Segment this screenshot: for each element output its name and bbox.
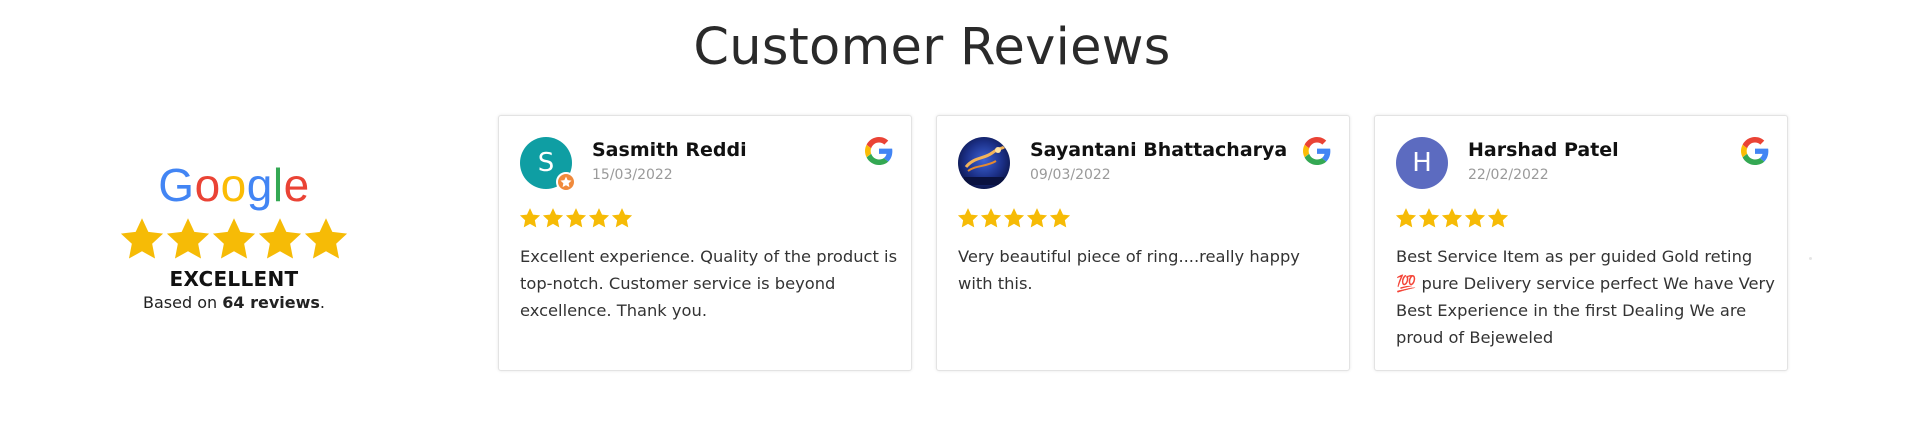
review-date: 22/02/2022 (1468, 167, 1549, 183)
star-icon (1026, 207, 1048, 229)
star-icon (1464, 207, 1486, 229)
review-card[interactable]: Sayantani Bhattacharya 09/03/2022 Very b… (936, 115, 1350, 371)
star-icon (1441, 207, 1463, 229)
star-icon (565, 207, 587, 229)
google-g-icon[interactable] (1303, 137, 1331, 165)
star-icon (165, 216, 211, 262)
avatar-photo (958, 137, 1010, 189)
avatar-initial: S (537, 148, 555, 178)
carousel-dot (1809, 257, 1812, 260)
star-icon (1049, 207, 1071, 229)
google-logo-letter: e (283, 159, 310, 211)
avatar: H (1396, 137, 1448, 189)
star-icon (257, 216, 303, 262)
review-star-rating (519, 207, 633, 229)
reviewer-name[interactable]: Sasmith Reddi (592, 139, 747, 161)
review-card[interactable]: S Sasmith Reddi 15/03/2022 Excellent exp… (498, 115, 912, 371)
star-icon (542, 207, 564, 229)
google-logo-letter: o (194, 159, 221, 211)
star-icon (119, 216, 165, 262)
review-star-rating (957, 207, 1071, 229)
page-title: Customer Reviews (693, 18, 1171, 77)
star-icon (1418, 207, 1440, 229)
review-count: 64 reviews (222, 293, 320, 312)
star-icon (211, 216, 257, 262)
rating-summary: Google EXCELLENT Based on 64 reviews. (118, 160, 350, 314)
review-text: Best Service Item as per guided Gold ret… (1396, 247, 1775, 347)
star-icon (611, 207, 633, 229)
star-badge-icon (556, 172, 576, 192)
review-star-rating (1395, 207, 1509, 229)
star-icon (588, 207, 610, 229)
review-text: Very beautiful piece of ring....really h… (958, 247, 1300, 293)
reviewer-name[interactable]: Sayantani Bhattacharya (1030, 139, 1287, 161)
review-count-text: Based on 64 reviews. (118, 292, 350, 314)
avatar (958, 137, 1010, 189)
star-icon (519, 207, 541, 229)
google-logo-letter: l (272, 159, 284, 211)
summary-star-rating (118, 216, 350, 266)
star-icon (1003, 207, 1025, 229)
rating-label: EXCELLENT (169, 267, 299, 291)
star-icon (303, 216, 349, 262)
star-icon (980, 207, 1002, 229)
google-g-icon[interactable] (865, 137, 893, 165)
google-logo-letter: G (158, 159, 195, 211)
google-logo-letter: o (220, 159, 247, 211)
review-text: Excellent experience. Quality of the pro… (520, 247, 898, 320)
reviewer-name[interactable]: Harshad Patel (1468, 139, 1619, 161)
based-on-prefix: Based on (143, 293, 223, 312)
star-icon (1395, 207, 1417, 229)
star-icon (1487, 207, 1509, 229)
google-logo: Google (118, 160, 350, 212)
star-icon (957, 207, 979, 229)
avatar: S (520, 137, 576, 192)
review-date: 09/03/2022 (1030, 167, 1111, 183)
review-date: 15/03/2022 (592, 167, 673, 183)
avatar-initial: H (1412, 148, 1432, 178)
google-logo-letter: g (246, 159, 273, 211)
google-g-icon[interactable] (1741, 137, 1769, 165)
based-on-suffix: . (319, 293, 325, 312)
review-card[interactable]: H Harshad Patel 22/02/2022 Best Service … (1374, 115, 1788, 371)
